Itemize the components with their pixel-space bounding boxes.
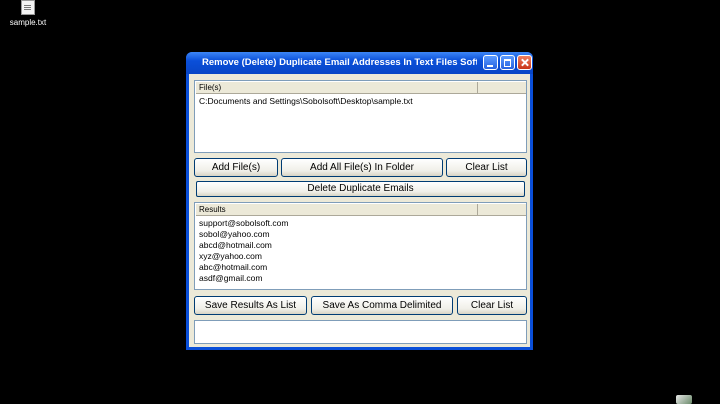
clear-files-list-button[interactable]: Clear List: [446, 158, 527, 177]
results-column-header[interactable]: Results: [196, 204, 477, 216]
result-item[interactable]: asdf@gmail.com: [199, 273, 262, 283]
files-listview[interactable]: File(s) C:Documents and Settings\Sobolso…: [194, 80, 527, 153]
files-column-header[interactable]: File(s): [196, 82, 477, 94]
status-box: [194, 320, 527, 344]
clear-results-list-button[interactable]: Clear List: [457, 296, 527, 315]
result-item[interactable]: support@sobolsoft.com: [199, 218, 288, 228]
tray-icon[interactable]: [676, 395, 692, 404]
window-client-area: File(s) C:Documents and Settings\Sobolso…: [189, 74, 530, 347]
title-bar[interactable]: Remove (Delete) Duplicate Email Addresse…: [186, 52, 533, 74]
desktop-file-sample-txt[interactable]: sample.txt: [6, 0, 50, 27]
file-list-item[interactable]: C:Documents and Settings\Sobolsoft\Deskt…: [199, 96, 413, 106]
result-item[interactable]: sobol@yahoo.com: [199, 229, 270, 239]
minimize-button[interactable]: [483, 55, 498, 70]
result-item[interactable]: abcd@hotmail.com: [199, 240, 272, 250]
files-column-header-extra[interactable]: [477, 82, 526, 94]
result-item[interactable]: xyz@yahoo.com: [199, 251, 262, 261]
text-file-icon: [21, 0, 35, 15]
save-as-comma-delimited-button[interactable]: Save As Comma Delimited: [311, 296, 453, 315]
result-item[interactable]: abc@hotmail.com: [199, 262, 267, 272]
add-all-files-in-folder-button[interactable]: Add All File(s) In Folder: [281, 158, 443, 177]
desktop-icon-label: sample.txt: [9, 18, 47, 27]
maximize-button[interactable]: [500, 55, 515, 70]
save-results-as-list-button[interactable]: Save Results As List: [194, 296, 307, 315]
results-column-header-extra[interactable]: [477, 204, 526, 216]
delete-duplicate-emails-button[interactable]: Delete Duplicate Emails: [196, 181, 525, 197]
window-title: Remove (Delete) Duplicate Email Addresse…: [202, 57, 477, 68]
add-files-button[interactable]: Add File(s): [194, 158, 278, 177]
close-button[interactable]: [517, 55, 532, 70]
app-window: Remove (Delete) Duplicate Email Addresse…: [186, 52, 533, 350]
results-listview[interactable]: Results support@sobolsoft.com sobol@yaho…: [194, 202, 527, 290]
